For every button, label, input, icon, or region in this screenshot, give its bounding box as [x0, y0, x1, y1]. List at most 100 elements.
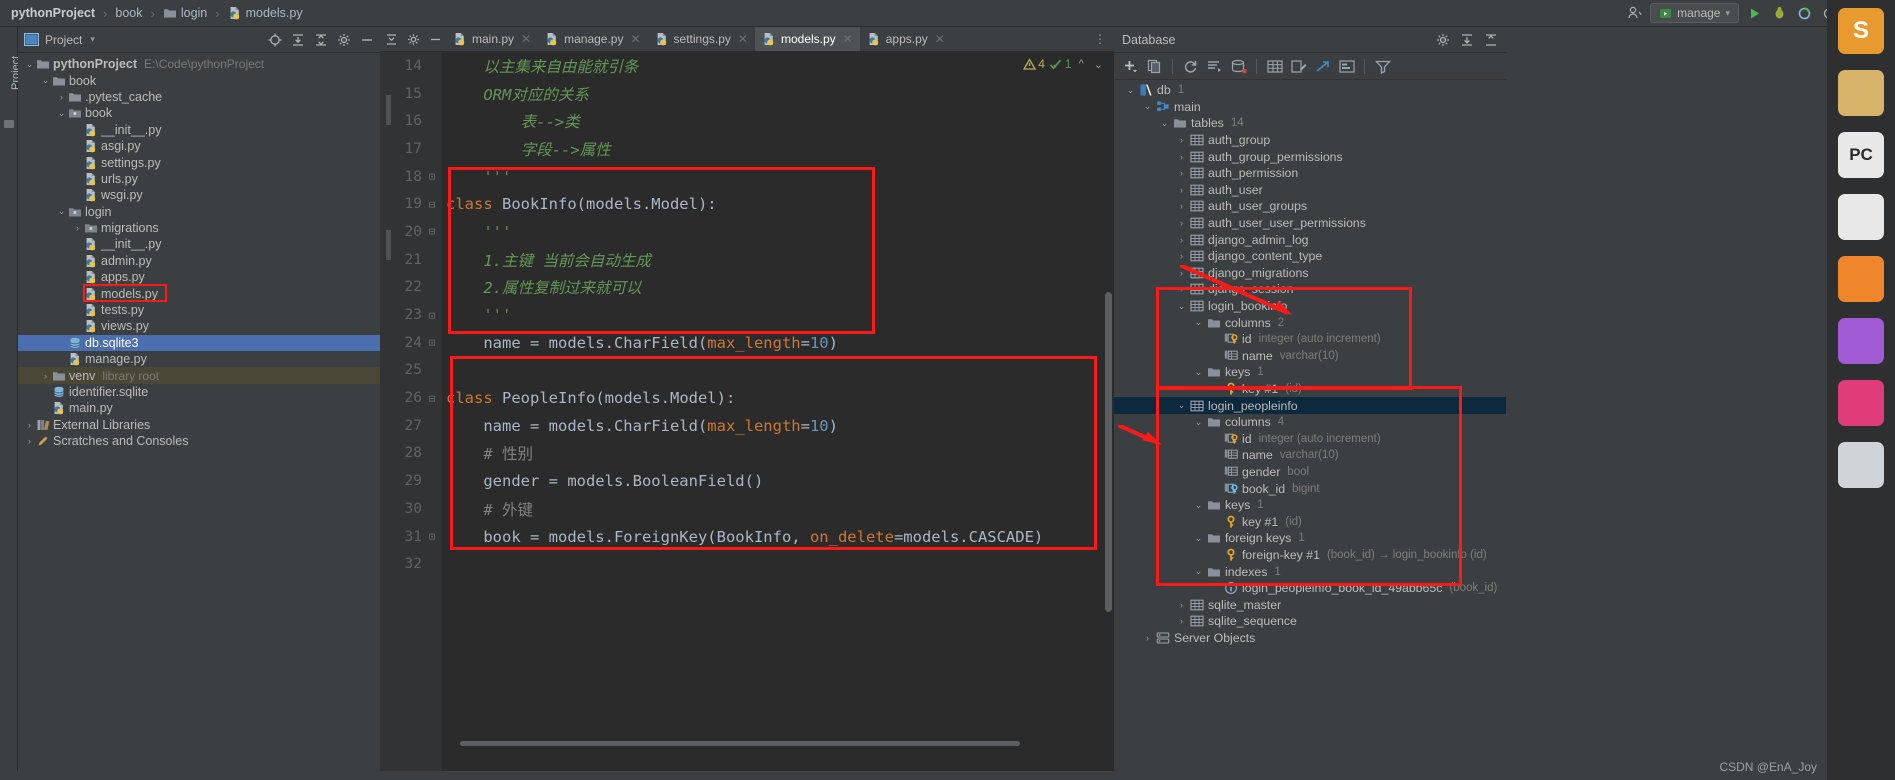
chevron-right-icon[interactable]: › [40, 371, 51, 381]
project-tree-item[interactable]: wsgi.py [18, 187, 380, 203]
database-tree-item[interactable]: id integer (auto increment) [1114, 430, 1506, 447]
app-purple-icon[interactable] [1827, 310, 1895, 372]
project-tree-item[interactable]: › .pytest_cache [18, 89, 380, 105]
code-line[interactable]: 23 ⊡ ''' [380, 301, 1114, 329]
database-tree-item[interactable]: ⌄ columns 2 [1114, 314, 1506, 331]
collapse-all-icon[interactable] [314, 33, 328, 47]
close-icon[interactable]: ✕ [843, 32, 853, 46]
code-line[interactable]: 14 以主集来自由能就引条 [380, 52, 1114, 80]
project-tree-item[interactable]: admin.py [18, 253, 380, 269]
collapse-icon[interactable] [380, 27, 402, 51]
chevron-down-icon[interactable]: ⌄ [1192, 317, 1205, 328]
expand-all-icon[interactable] [291, 33, 305, 47]
database-tree-item[interactable]: ⌄ db 1 [1114, 82, 1506, 99]
chevron-down-icon[interactable]: ▾ [90, 34, 95, 45]
code-line[interactable]: 28 # 性别 [380, 440, 1114, 468]
code-line[interactable]: 16 表-->类 [380, 107, 1114, 135]
editor-tab-models-py[interactable]: models.py ✕ [754, 27, 860, 51]
fold-collapse-icon[interactable]: ⊡ [422, 336, 442, 349]
duplicate-icon[interactable] [1145, 57, 1164, 76]
code-line[interactable]: 30 # 外键 [380, 495, 1114, 523]
close-icon[interactable]: ✕ [935, 32, 945, 46]
database-tree-item[interactable]: name varchar(10) [1114, 348, 1506, 365]
jump-icon[interactable] [1313, 57, 1332, 76]
database-tree-item[interactable]: › django_migrations [1114, 265, 1506, 282]
code-line[interactable]: 26 ⊟ class PeopleInfo(models.Model): [380, 384, 1114, 412]
database-tree-item[interactable]: › auth_user [1114, 182, 1506, 199]
chevron-right-icon[interactable]: › [1175, 251, 1188, 261]
project-tree-item[interactable]: asgi.py [18, 138, 380, 154]
chevron-right-icon[interactable]: › [1175, 268, 1188, 278]
project-tree-item[interactable]: urls.py [18, 171, 380, 187]
sync-icon[interactable] [1229, 57, 1248, 76]
fold-expand-icon[interactable]: ⊟ [422, 392, 442, 405]
editor-tab-main-py[interactable]: main.py ✕ [446, 27, 538, 51]
settings-icon[interactable] [1436, 33, 1450, 47]
hide-icon[interactable] [360, 33, 374, 47]
edge-tab-upper[interactable] [386, 95, 391, 125]
editor-horizontal-scrollbar[interactable] [460, 741, 1020, 746]
editor-tab-apps-py[interactable]: apps.py ✕ [860, 27, 952, 51]
database-tree-item[interactable]: id integer (auto increment) [1114, 331, 1506, 348]
chevron-down-icon[interactable]: ⌄ [40, 75, 51, 86]
close-icon[interactable]: ✕ [521, 32, 531, 46]
editor-vertical-scrollbar[interactable] [1105, 292, 1112, 612]
project-tree-item[interactable]: db.sqlite3 [18, 334, 380, 352]
project-tree-item[interactable]: › Scratches and Consoles [18, 433, 380, 449]
fold-collapse-icon[interactable]: ⊡ [422, 309, 442, 322]
pycharm-icon[interactable]: PC [1827, 124, 1895, 186]
fold-collapse-icon[interactable]: ⊡ [422, 170, 442, 183]
chevron-right-icon[interactable]: › [1175, 185, 1188, 195]
project-tree-item[interactable]: main.py [18, 400, 380, 416]
database-tree-item[interactable]: › Server Objects [1114, 630, 1506, 647]
code-line[interactable]: 31 ⊡ book = models.ForeignKey(BookInfo, o… [380, 523, 1114, 551]
database-tree-item[interactable]: ⌄ columns 4 [1114, 414, 1506, 431]
code-line[interactable]: 27 name = models.CharField(max_length=10… [380, 412, 1114, 440]
hide-icon[interactable] [1484, 33, 1498, 47]
settings-icon[interactable] [337, 33, 351, 47]
chevron-right-icon[interactable]: › [56, 92, 67, 102]
modify-icon[interactable] [1289, 57, 1308, 76]
database-tree-item[interactable]: › django_admin_log [1114, 231, 1506, 248]
code-line[interactable]: 18 ⊡ ''' [380, 163, 1114, 191]
chevron-down-icon[interactable]: ⌄ [1192, 533, 1205, 544]
database-tree-item[interactable]: › auth_group [1114, 132, 1506, 149]
editor-more-icon[interactable]: ⋮ [1086, 27, 1114, 51]
chevron-down-icon[interactable]: ⌄ [1192, 500, 1205, 511]
editor-tab-settings-py[interactable]: settings.py ✕ [648, 27, 755, 51]
breadcrumb-item-login[interactable]: login [160, 6, 210, 20]
breadcrumb-item-models-py[interactable]: models.py [225, 6, 306, 20]
database-tree[interactable]: ⌄ db 1 ⌄ main ⌄ tables 14 › auth_group › auth_group… [1114, 80, 1506, 780]
database-tree-item[interactable]: ⌄ login_bookinfo [1114, 298, 1506, 315]
warning-count[interactable]: 4 [1023, 57, 1045, 71]
chevron-right-icon[interactable]: › [1175, 168, 1188, 178]
run-icon[interactable] [1745, 4, 1764, 23]
chevron-right-icon[interactable]: › [72, 223, 83, 233]
code-line[interactable]: 21 1.主键 当前会自动生成 [380, 246, 1114, 274]
project-tree-item[interactable]: ⌄ book [18, 72, 380, 88]
add-icon[interactable] [1121, 57, 1140, 76]
database-tree-item[interactable]: gender bool [1114, 464, 1506, 481]
table-icon[interactable] [1265, 57, 1284, 76]
prev-problem-icon[interactable]: ^ [1076, 58, 1087, 70]
firefox-icon[interactable] [1827, 248, 1895, 310]
chevron-down-icon[interactable]: ⌄ [1192, 417, 1205, 428]
database-tree-item[interactable]: › django_content_type [1114, 248, 1506, 265]
code-line[interactable]: 25 [380, 357, 1114, 385]
project-tree-item[interactable]: apps.py [18, 269, 380, 285]
chevron-right-icon[interactable]: › [1175, 201, 1188, 211]
database-tree-item[interactable]: ⌄ indexes 1 [1114, 563, 1506, 580]
project-tree-item[interactable]: ⌄ book [18, 105, 380, 121]
breadcrumb-item-pythonproject[interactable]: pythonProject [8, 6, 98, 20]
chevron-right-icon[interactable]: › [1175, 600, 1188, 610]
chevron-right-icon[interactable]: › [1175, 616, 1188, 626]
project-tree-item[interactable]: settings.py [18, 154, 380, 170]
database-tree-item[interactable]: ⌄ tables 14 [1114, 115, 1506, 132]
database-tree-item[interactable]: › auth_permission [1114, 165, 1506, 182]
locate-icon[interactable] [268, 33, 282, 47]
chevron-right-icon[interactable]: › [1175, 135, 1188, 145]
database-tree-item[interactable]: book_id bigint [1114, 480, 1506, 497]
recycle-bin-icon[interactable] [1827, 434, 1895, 496]
database-tree-item[interactable]: ⌄ main [1114, 99, 1506, 116]
database-tree-item[interactable]: key #1 (id) [1114, 381, 1506, 398]
